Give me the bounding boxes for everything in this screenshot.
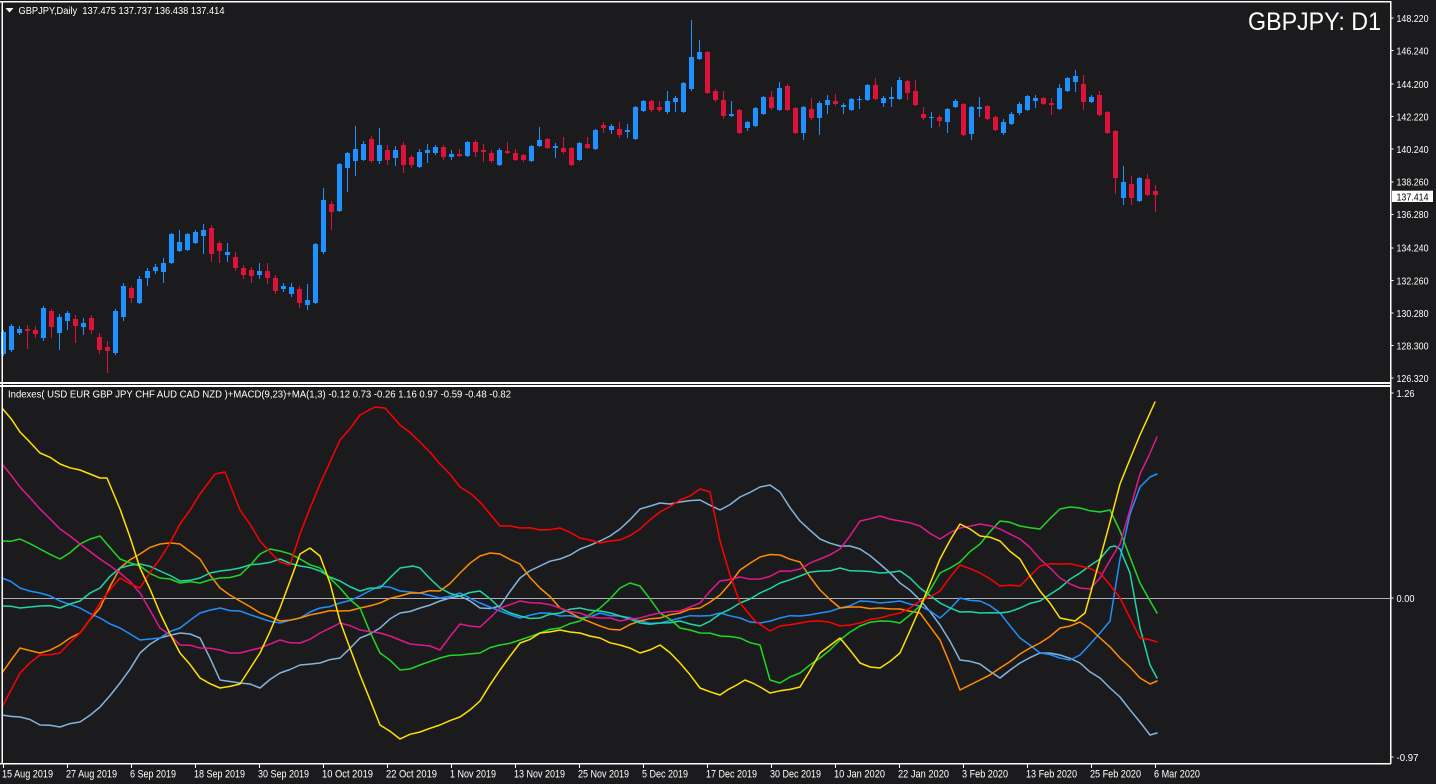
- svg-text:13 Feb 2020: 13 Feb 2020: [1026, 769, 1077, 781]
- svg-text:137.414: 137.414: [1397, 191, 1429, 203]
- svg-text:22 Jan 2020: 22 Jan 2020: [898, 769, 949, 781]
- svg-text:1 Nov 2019: 1 Nov 2019: [450, 769, 496, 781]
- svg-text:30 Sep 2019: 30 Sep 2019: [258, 769, 309, 781]
- svg-text:22 Oct 2019: 22 Oct 2019: [386, 769, 437, 781]
- svg-text:18 Sep 2019: 18 Sep 2019: [194, 769, 245, 781]
- svg-text:142.220: 142.220: [1397, 112, 1429, 124]
- svg-text:146.240: 146.240: [1397, 45, 1429, 57]
- svg-text:1.26: 1.26: [1397, 388, 1415, 400]
- svg-text:126.320: 126.320: [1397, 373, 1429, 385]
- svg-text:130.280: 130.280: [1397, 308, 1429, 320]
- svg-text:GBPJPY,Daily 137.475 137.737: GBPJPY,Daily 137.475 137.737 136.438 137…: [19, 5, 225, 17]
- svg-text:25 Nov 2019: 25 Nov 2019: [578, 769, 629, 781]
- svg-text:140.240: 140.240: [1397, 144, 1429, 156]
- svg-text:25 Feb 2020: 25 Feb 2020: [1090, 769, 1141, 781]
- svg-text:136.280: 136.280: [1397, 209, 1429, 221]
- svg-text:15 Aug 2019: 15 Aug 2019: [2, 769, 53, 781]
- svg-text:3 Feb 2020: 3 Feb 2020: [962, 769, 1008, 781]
- svg-text:6 Mar 2020: 6 Mar 2020: [1154, 769, 1200, 781]
- svg-text:10 Jan 2020: 10 Jan 2020: [834, 769, 885, 781]
- svg-text:27 Aug 2019: 27 Aug 2019: [66, 769, 117, 781]
- svg-text:17 Dec 2019: 17 Dec 2019: [706, 769, 757, 781]
- svg-text:30 Dec 2019: 30 Dec 2019: [770, 769, 821, 781]
- svg-text:GBPJPY: D1: GBPJPY: D1: [1248, 8, 1381, 36]
- svg-text:5 Dec 2019: 5 Dec 2019: [642, 769, 688, 781]
- svg-text:128.300: 128.300: [1397, 340, 1429, 352]
- svg-text:132.260: 132.260: [1397, 275, 1429, 287]
- svg-text:10 Oct 2019: 10 Oct 2019: [322, 769, 373, 781]
- svg-text:0.00: 0.00: [1397, 593, 1415, 605]
- svg-text:6 Sep 2019: 6 Sep 2019: [130, 769, 176, 781]
- svg-text:148.220: 148.220: [1397, 13, 1429, 25]
- svg-text:138.260: 138.260: [1397, 177, 1429, 189]
- svg-text:13 Nov 2019: 13 Nov 2019: [514, 769, 565, 781]
- svg-text:144.200: 144.200: [1397, 79, 1429, 91]
- svg-text:134.240: 134.240: [1397, 243, 1429, 255]
- svg-text:Indexes( USD EUR GBP JPY CHF A: Indexes( USD EUR GBP JPY CHF AUD CAD NZD…: [8, 388, 511, 400]
- svg-text:-0.97: -0.97: [1397, 752, 1419, 764]
